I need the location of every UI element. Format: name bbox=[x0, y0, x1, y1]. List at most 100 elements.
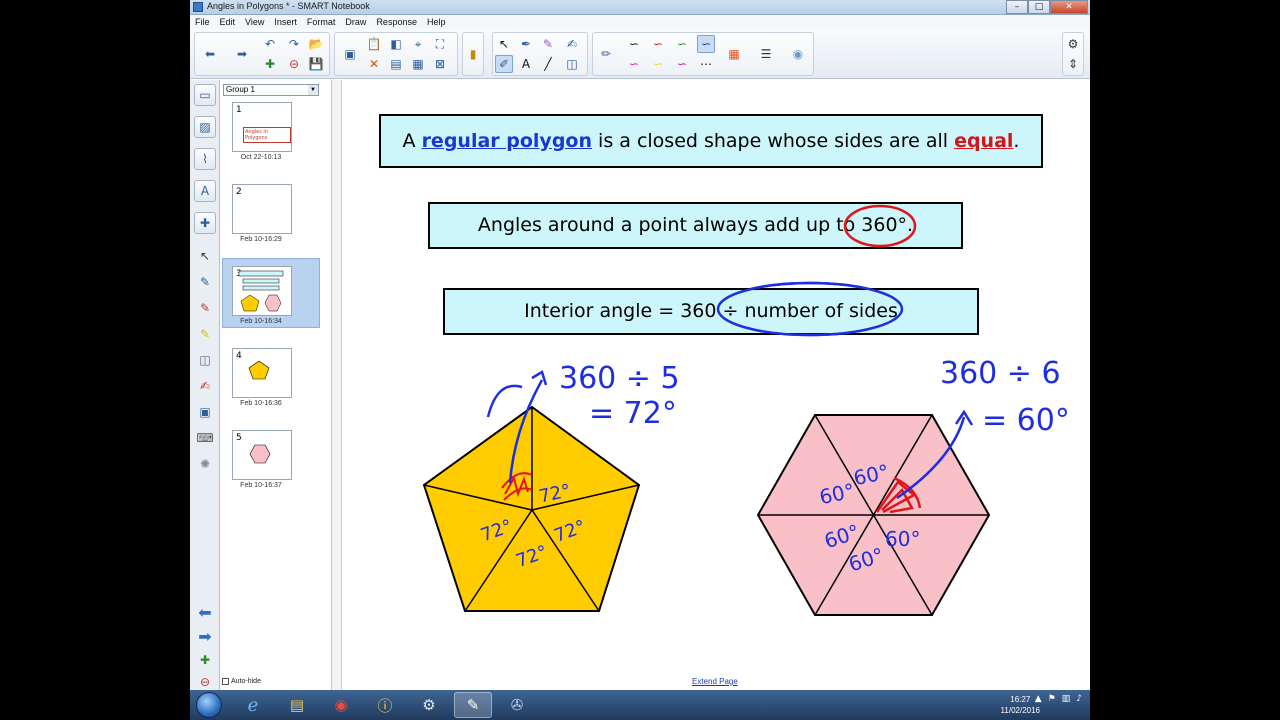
properties-tab-icon[interactable]: A bbox=[194, 180, 216, 202]
whiteboard-page[interactable]: 360 ÷ 5 = 72° 72° 72° 72° 72° 360 ÷ 6 = … bbox=[342, 80, 1090, 690]
pen-icon[interactable]: ✎ bbox=[194, 272, 216, 292]
interior-angle-box[interactable]: Interior angle = 360 ÷ number of sides bbox=[443, 288, 979, 335]
creative-pen-icon[interactable]: ✎ bbox=[539, 35, 557, 53]
smart-board-tools-icon[interactable]: ✇ bbox=[498, 692, 536, 718]
close-tools-icon[interactable]: ⊠ bbox=[431, 55, 449, 73]
menu-response[interactable]: Response bbox=[376, 15, 417, 29]
magic-pen-icon[interactable]: ✍ bbox=[194, 376, 216, 396]
hexagon-shape bbox=[756, 414, 991, 616]
eraser-icon[interactable]: ◫ bbox=[563, 55, 581, 73]
page-thumbnail-5[interactable]: 5 bbox=[232, 430, 292, 480]
panel-resize-gutter[interactable] bbox=[332, 80, 342, 690]
redo-icon[interactable]: ↷ bbox=[285, 35, 303, 53]
regular-polygon-keyword: regular polygon bbox=[421, 130, 592, 152]
delete-page-icon[interactable]: ⊖ bbox=[194, 672, 216, 692]
page-sorter-tab-icon[interactable]: ▭ bbox=[194, 84, 216, 106]
pen-properties-icon[interactable]: ✏ bbox=[597, 45, 615, 63]
magic-pen-icon[interactable]: ✍ bbox=[563, 35, 581, 53]
page-thumbnail-2[interactable]: 2 bbox=[232, 184, 292, 234]
undo-icon[interactable]: ↶ bbox=[261, 35, 279, 53]
addons-tab-icon[interactable]: ✚ bbox=[194, 212, 216, 234]
screen-capture-icon[interactable]: ◧ bbox=[387, 35, 405, 53]
insert-table-icon[interactable]: ▤ bbox=[387, 55, 405, 73]
gallery-tab-icon[interactable]: ▨ bbox=[194, 116, 216, 138]
magenta-pen-icon[interactable]: ∽ bbox=[625, 55, 643, 73]
full-screen-icon[interactable]: ⛶ bbox=[431, 35, 449, 53]
document-camera-icon[interactable]: ⌖ bbox=[409, 35, 427, 53]
attachments-tab-icon[interactable]: ⌇ bbox=[194, 148, 216, 170]
autohide-checkbox[interactable] bbox=[222, 678, 229, 685]
select-arrow-icon[interactable]: ↖ bbox=[495, 35, 513, 53]
move-toolbar-icon[interactable]: ⇕ bbox=[1064, 55, 1082, 73]
red-pen-icon[interactable]: ✎ bbox=[194, 298, 216, 318]
smart-notebook-taskbar-icon[interactable]: ✎ bbox=[454, 692, 492, 718]
red-pen-icon[interactable]: ∽ bbox=[649, 35, 667, 53]
menu-edit[interactable]: Edit bbox=[220, 15, 236, 29]
menu-view[interactable]: View bbox=[245, 15, 264, 29]
response-icon[interactable]: ▮ bbox=[464, 45, 482, 63]
maximize-button[interactable]: □ bbox=[1028, 0, 1050, 14]
table-icon[interactable]: ▦ bbox=[409, 55, 427, 73]
page-thumbnail-3[interactable]: 3 bbox=[232, 266, 292, 316]
menu-format[interactable]: Format bbox=[307, 15, 336, 29]
save-icon[interactable]: 💾 bbox=[307, 55, 325, 73]
minimize-button[interactable]: – bbox=[1006, 0, 1028, 14]
gear-icon[interactable]: ⚙ bbox=[1064, 35, 1082, 53]
open-folder-icon[interactable]: 📂 bbox=[307, 35, 325, 53]
color-palette-icon[interactable]: ▦ bbox=[725, 45, 743, 63]
info-app-icon[interactable]: ⓘ bbox=[366, 692, 404, 718]
toolbar-group-navigation: ⬅ ➡ ↶ ↷ 📂 ✚ ⊖ 💾 bbox=[194, 32, 330, 76]
add-page-icon[interactable]: ✚ bbox=[194, 650, 216, 670]
page-thumbnail-4[interactable]: 4 bbox=[232, 348, 292, 398]
file-explorer-icon[interactable]: ▤ bbox=[278, 692, 316, 718]
network-icon[interactable]: ▥ bbox=[1062, 694, 1071, 704]
settings-icon[interactable]: ✺ bbox=[194, 454, 216, 474]
eraser-icon[interactable]: ◫ bbox=[194, 350, 216, 370]
volume-icon[interactable]: ♪ bbox=[1076, 694, 1082, 704]
flag-icon[interactable]: ⚑ bbox=[1048, 694, 1056, 704]
screen-shade-icon[interactable]: ▣ bbox=[341, 45, 359, 63]
green-pen-icon[interactable]: ∽ bbox=[673, 35, 691, 53]
blue-pen-icon[interactable]: ∽ bbox=[697, 35, 715, 53]
add-page-icon[interactable]: ✚ bbox=[261, 55, 279, 73]
delete-icon[interactable]: ✕ bbox=[365, 55, 383, 73]
network-app-icon[interactable]: ⚙ bbox=[410, 692, 448, 718]
black-pen-icon[interactable]: ∽ bbox=[625, 35, 643, 53]
select-arrow-icon[interactable]: ↖ bbox=[194, 246, 216, 266]
purple-pen-icon[interactable]: ∽ bbox=[673, 55, 691, 73]
menu-draw[interactable]: Draw bbox=[345, 15, 366, 29]
close-button[interactable]: ✕ bbox=[1050, 0, 1088, 14]
group-select[interactable]: Group 1 ▼ bbox=[223, 84, 319, 96]
angles-around-point-box[interactable]: Angles around a point always add up to 3… bbox=[428, 202, 963, 249]
paste-icon[interactable]: 📋 bbox=[365, 35, 383, 53]
dashed-pen-icon[interactable]: ⋯ bbox=[697, 55, 715, 73]
previous-page-icon[interactable]: ⬅ bbox=[194, 602, 216, 622]
menu-insert[interactable]: Insert bbox=[274, 15, 297, 29]
show-hidden-icons-icon[interactable]: ▲ bbox=[1035, 694, 1042, 704]
chevron-down-icon[interactable]: ▼ bbox=[308, 85, 318, 95]
menu-help[interactable]: Help bbox=[427, 15, 446, 29]
line-tool-icon[interactable]: ╱ bbox=[539, 55, 557, 73]
internet-explorer-icon[interactable]: ℯ bbox=[234, 692, 272, 718]
extend-page-link[interactable]: Extend Page bbox=[692, 677, 738, 686]
menu-file[interactable]: File bbox=[195, 15, 210, 29]
definition-box[interactable]: A regular polygon is a closed shape whos… bbox=[379, 114, 1043, 168]
tool-icon[interactable]: ▣ bbox=[194, 402, 216, 422]
line-style-icon[interactable]: ☰ bbox=[757, 45, 775, 63]
highlighter-icon[interactable]: ✎ bbox=[194, 324, 216, 344]
page-thumbnail-1[interactable]: 1 Angles in Polygons bbox=[232, 102, 292, 152]
next-page-icon[interactable]: ➡ bbox=[233, 45, 251, 63]
start-button[interactable] bbox=[196, 692, 222, 718]
text-tool-icon[interactable]: A bbox=[517, 55, 535, 73]
next-page-icon[interactable]: ➡ bbox=[194, 626, 216, 646]
yellow-highlighter-icon[interactable]: ∽ bbox=[649, 55, 667, 73]
autohide-option[interactable]: Auto-hide bbox=[222, 678, 261, 685]
delete-page-icon[interactable]: ⊖ bbox=[285, 55, 303, 73]
pen-icon[interactable]: ✒ bbox=[517, 35, 535, 53]
pens-tool-icon[interactable]: ✐ bbox=[495, 55, 513, 73]
previous-page-icon[interactable]: ⬅ bbox=[201, 45, 219, 63]
chrome-icon[interactable]: ◉ bbox=[322, 692, 360, 718]
transparency-icon[interactable]: ◉ bbox=[789, 45, 807, 63]
keyboard-icon[interactable]: ⌨ bbox=[194, 428, 216, 448]
toolbar-group-properties: ✏ ∽ ∽ ∽ ∽ ∽ ∽ ∽ ⋯ ▦ ☰ ◉ bbox=[592, 32, 814, 76]
